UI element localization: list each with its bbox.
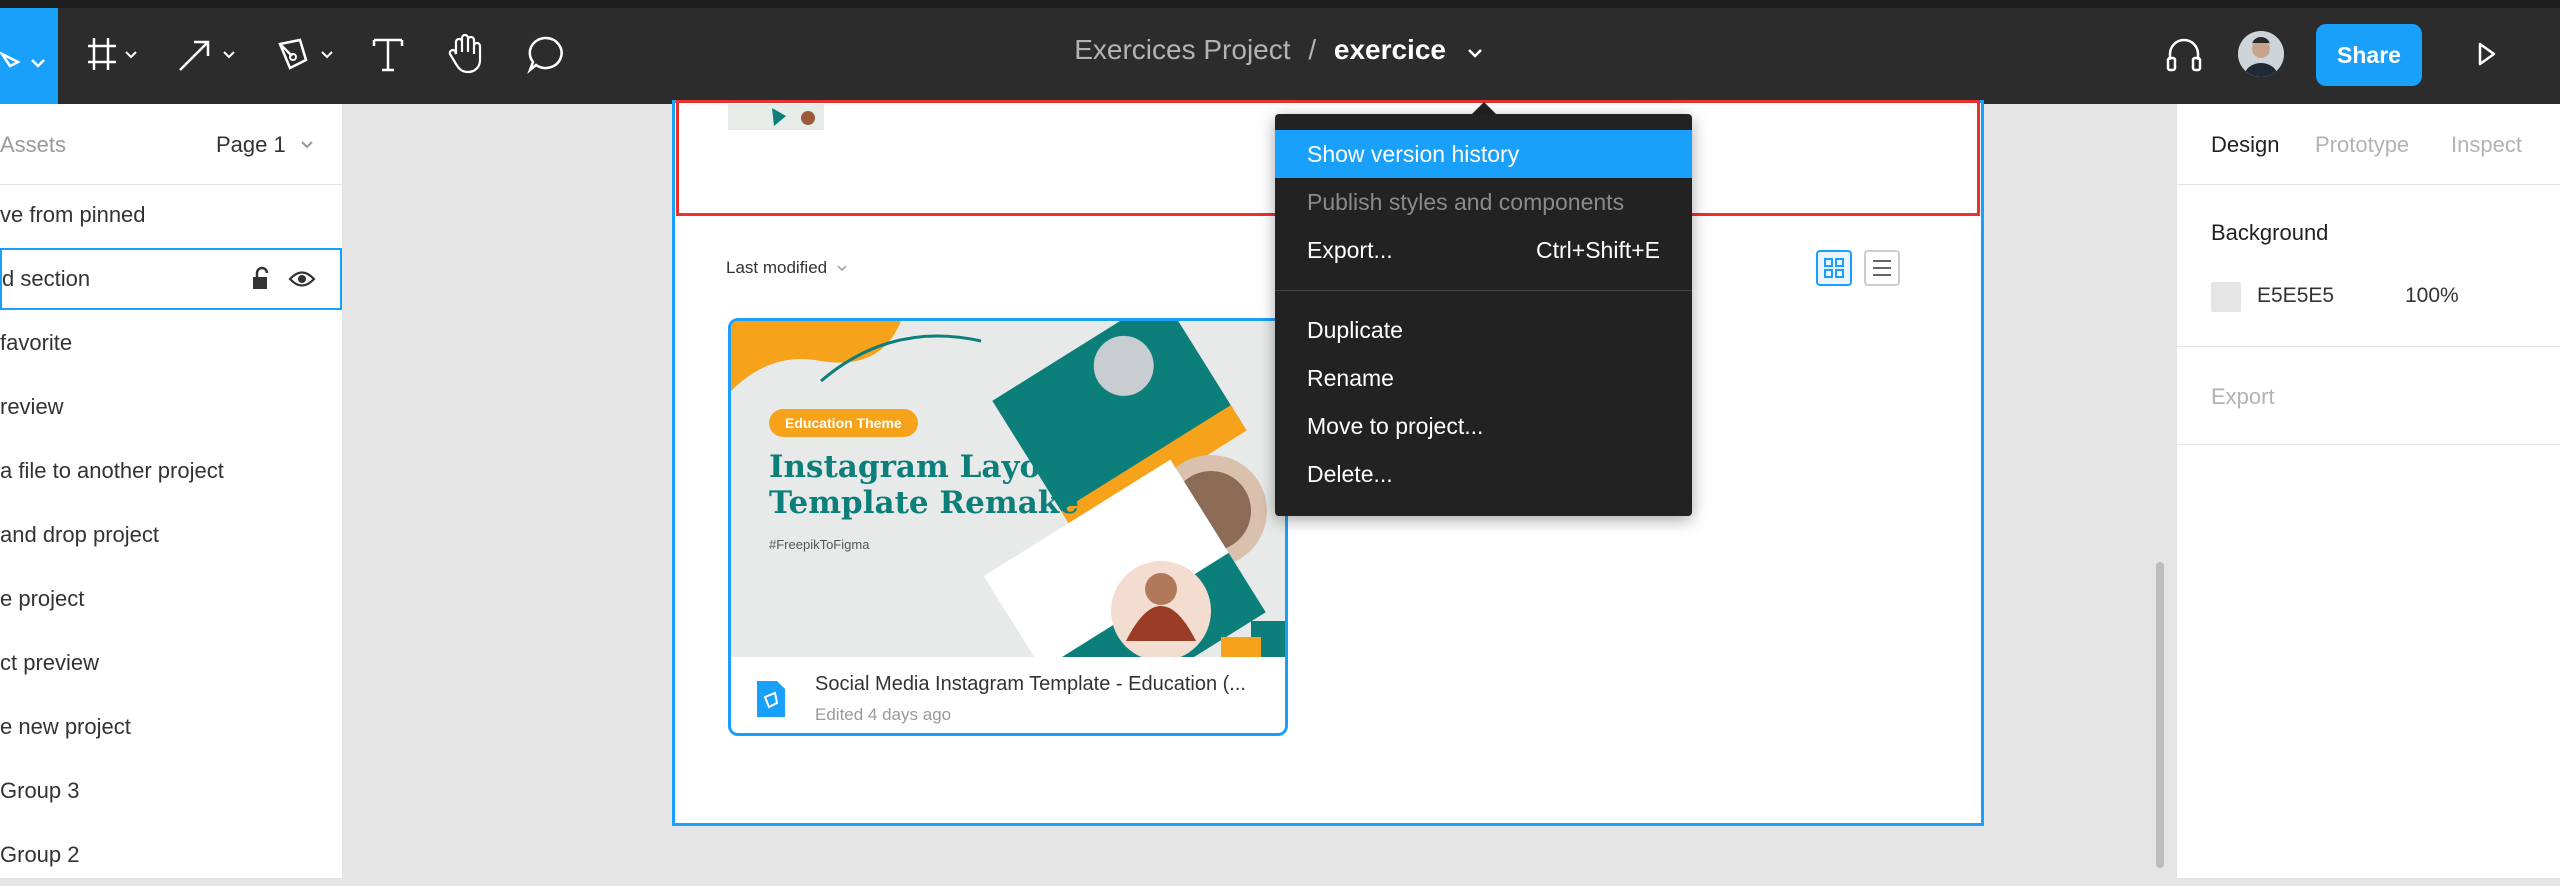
background-swatch[interactable]: [2211, 282, 2241, 312]
layer-item[interactable]: ct preview: [0, 632, 342, 694]
file-card[interactable]: Education Theme Instagram Layout Templat…: [728, 318, 1288, 736]
background-section-title: Background: [2211, 220, 2329, 245]
layer-label: e new project: [0, 714, 131, 739]
user-photo-icon: [2238, 31, 2284, 77]
unlock-icon[interactable]: [250, 266, 272, 292]
menu-item-duplicate[interactable]: Duplicate: [1275, 306, 1692, 354]
play-icon: [2478, 42, 2496, 66]
sort-dropdown[interactable]: Last modified: [726, 258, 848, 278]
layer-label: and drop project: [0, 522, 159, 547]
avatar[interactable]: [2238, 31, 2284, 77]
layer-label: ct preview: [0, 650, 100, 675]
menu-item-rename[interactable]: Rename: [1275, 354, 1692, 402]
assets-tab[interactable]: Assets: [0, 132, 66, 158]
menu-item-shortcut: Ctrl+Shift+E: [1536, 236, 1660, 263]
tab-inspect[interactable]: Inspect: [2451, 132, 2522, 158]
export-section-title[interactable]: Export: [2211, 384, 2275, 410]
layer-item[interactable]: ve from pinned: [0, 184, 342, 246]
menu-item-label: Show version history: [1307, 140, 1520, 167]
menu-item-label: Move to project...: [1307, 412, 1484, 439]
canvas-scrollbar[interactable]: [2156, 562, 2164, 868]
tab-prototype[interactable]: Prototype: [2315, 132, 2409, 158]
list-view-icon[interactable]: [1864, 250, 1900, 286]
tab-design[interactable]: Design: [2211, 132, 2279, 158]
layer-item[interactable]: and drop project: [0, 504, 342, 566]
layers-panel: Assets Page 1 ve from pinned d section f…: [0, 104, 343, 878]
page-label: Page 1: [216, 132, 286, 157]
title-separator: /: [1308, 34, 1317, 65]
background-opacity[interactable]: 100%: [2405, 284, 2459, 308]
section-divider: [2177, 444, 2560, 445]
file-thumbnail: Education Theme Instagram Layout Templat…: [731, 321, 1285, 657]
layer-label: ve from pinned: [0, 202, 146, 227]
layer-item-selected[interactable]: d section: [0, 248, 342, 310]
layer-label: a file to another project: [0, 458, 224, 483]
layer-item[interactable]: review: [0, 376, 342, 438]
share-button[interactable]: Share: [2316, 24, 2422, 86]
layer-item[interactable]: Group 2: [0, 824, 342, 886]
chevron-down-icon: [837, 265, 847, 272]
layer-label: e project: [0, 586, 85, 611]
menu-item-show-version-history[interactable]: Show version history: [1275, 130, 1692, 178]
menu-divider: [1275, 290, 1692, 291]
properties-tabs: Design Prototype Inspect: [2177, 104, 2560, 185]
layer-item[interactable]: e new project: [0, 696, 342, 758]
section-divider: [2177, 346, 2560, 347]
present-button[interactable]: [2466, 32, 2506, 76]
properties-panel: Design Prototype Inspect Background E5E5…: [2176, 104, 2560, 878]
menu-item-move-to-project[interactable]: Move to project...: [1275, 402, 1692, 450]
layer-item[interactable]: a file to another project: [0, 440, 342, 502]
chevron-down-icon: [301, 141, 313, 149]
menu-caret: [1472, 102, 1496, 114]
menu-item-label: Duplicate: [1307, 316, 1403, 343]
file-menu: Show version history Publish styles and …: [1275, 114, 1692, 516]
layer-label: review: [0, 394, 64, 419]
layer-label: Group 3: [0, 778, 80, 803]
layer-item[interactable]: favorite: [0, 312, 342, 374]
layer-item[interactable]: Group 3: [0, 760, 342, 822]
layer-label: Group 2: [0, 842, 80, 867]
window-top-strip: [0, 0, 2560, 8]
chevron-down-icon[interactable]: [1464, 42, 1486, 62]
menu-item-label: Publish styles and components: [1307, 188, 1625, 215]
grid-view-icon[interactable]: [1816, 250, 1852, 286]
sort-label: Last modified: [726, 258, 828, 277]
menu-item-label: Export...: [1307, 236, 1393, 263]
menu-item-publish-styles[interactable]: Publish styles and components: [1275, 178, 1692, 226]
thumbnail-heading-line: Template Remake: [769, 485, 1079, 521]
layer-item[interactable]: e project: [0, 568, 342, 630]
thumbnail-heading: Instagram Layout Template Remake: [769, 449, 1079, 521]
file-name[interactable]: exercice: [1334, 34, 1446, 65]
file-card-title: Social Media Instagram Template - Educat…: [815, 673, 1246, 695]
menu-item-label: Delete...: [1307, 460, 1393, 487]
eye-icon[interactable]: [288, 266, 316, 292]
layer-label: d section: [2, 266, 91, 291]
file-card-subtitle: Edited 4 days ago: [815, 705, 952, 724]
project-name[interactable]: Exercices Project: [1074, 34, 1290, 65]
menu-item-export[interactable]: Export... Ctrl+Shift+E: [1275, 226, 1692, 274]
layers-panel-header: Assets Page 1: [0, 104, 342, 185]
page-selector[interactable]: Page 1: [216, 132, 316, 158]
layer-actions: [250, 266, 316, 292]
background-hex[interactable]: E5E5E5: [2257, 284, 2334, 308]
layer-label: favorite: [0, 330, 73, 355]
headphones-icon: [2166, 38, 2202, 72]
thumbnail-fragment-icon: [772, 108, 815, 126]
audio-button[interactable]: [2162, 32, 2206, 76]
file-icon: [757, 681, 785, 717]
thumbnail-tag: #FreepikToFigma: [769, 537, 870, 552]
menu-item-delete[interactable]: Delete...: [1275, 450, 1692, 498]
view-toggle: [1816, 250, 1900, 286]
thumbnail-heading-line: Instagram Layout: [769, 449, 1078, 485]
thumbnail-pill: Education Theme: [769, 409, 918, 437]
thumbnail-peek: [728, 104, 824, 130]
menu-item-label: Rename: [1307, 364, 1394, 391]
